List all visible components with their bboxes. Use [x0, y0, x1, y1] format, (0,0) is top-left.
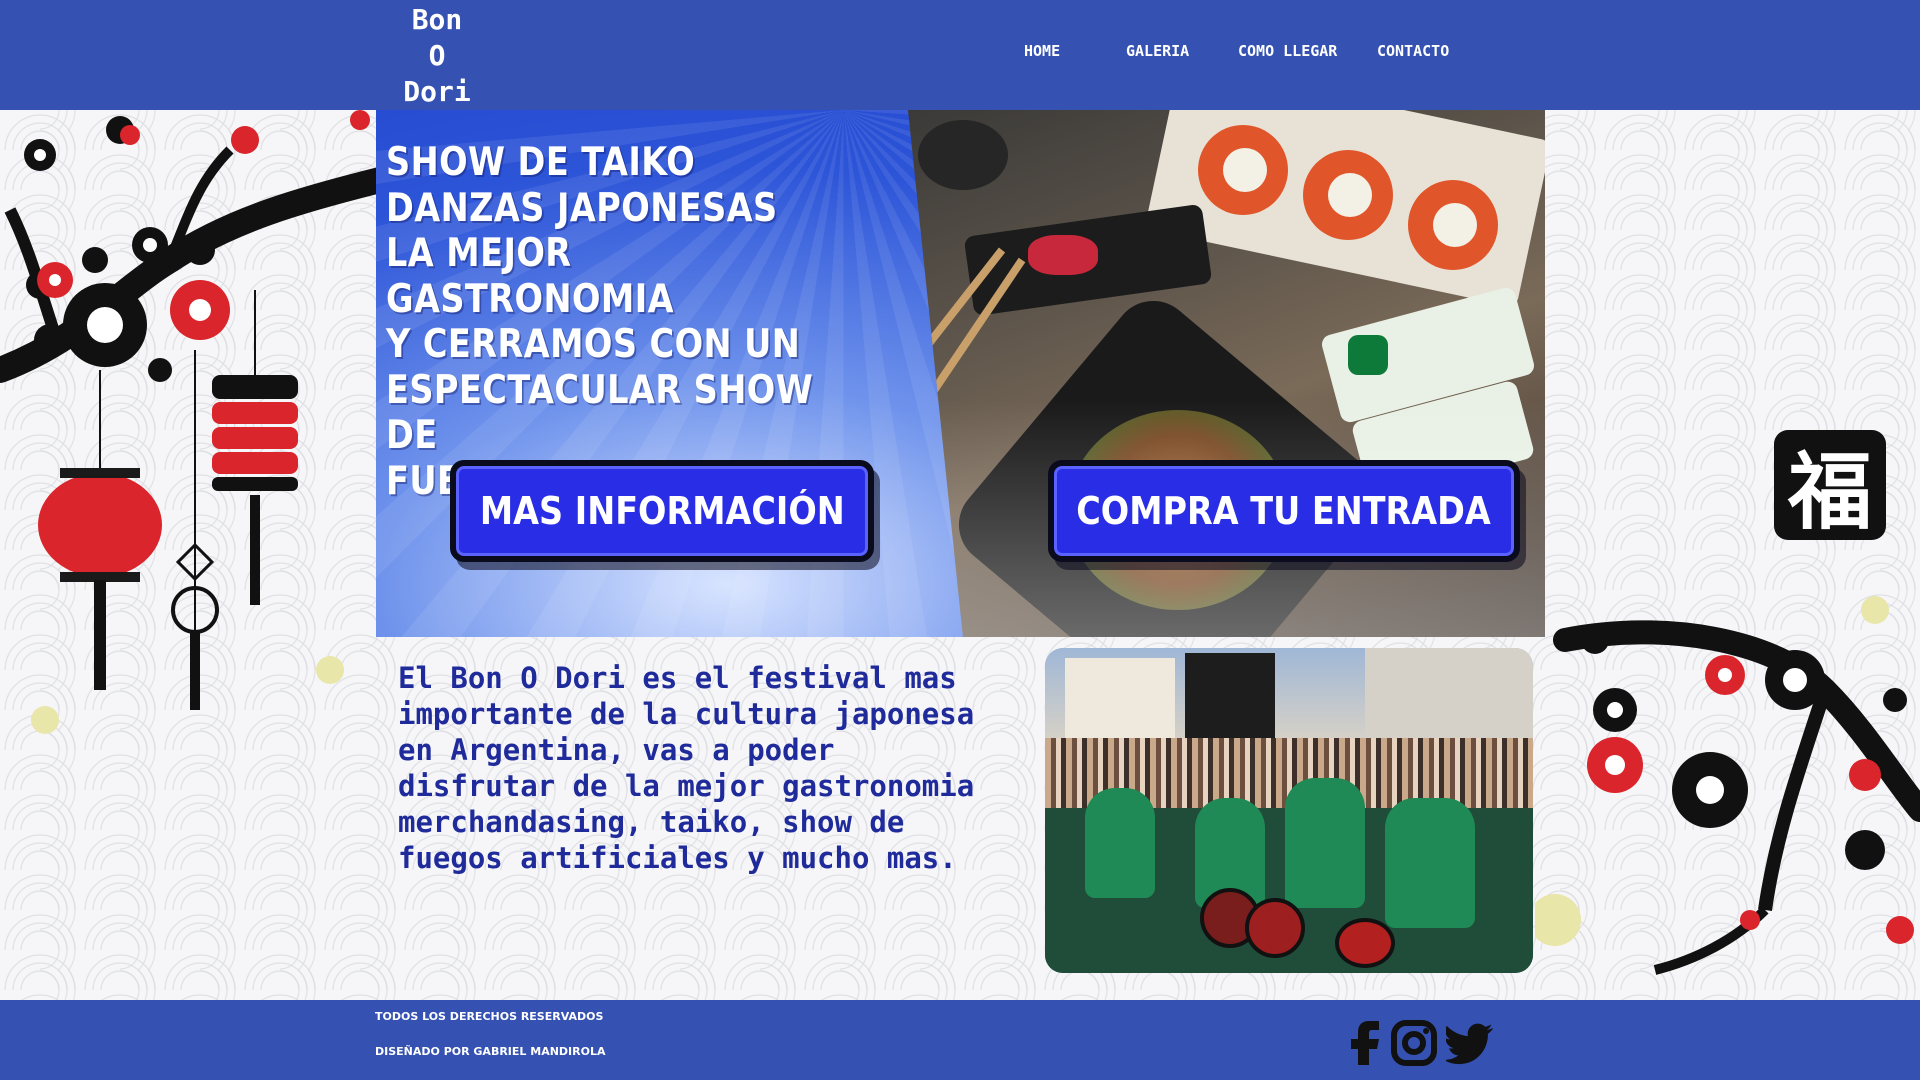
- nav-home[interactable]: HOME: [1024, 42, 1060, 60]
- festival-intro-text: El Bon O Dori es el festival mas importa…: [398, 661, 975, 875]
- copyright-text: Todos los derechos reservados: [375, 1010, 604, 1023]
- facebook-icon[interactable]: [1340, 1019, 1388, 1067]
- cherry-blossom-branch-left: [0, 110, 380, 734]
- more-info-button[interactable]: Mas Información: [450, 460, 874, 562]
- more-info-button-label: Mas Información: [479, 489, 845, 533]
- site-header: Bon O Dori HOME GALERIA COMO LLEGAR CONT…: [0, 0, 1920, 110]
- hero-title: Show de Taiko Danzas Japonesas La mejor …: [386, 140, 814, 504]
- nav-como-llegar[interactable]: COMO LLEGAR: [1238, 42, 1337, 60]
- cherry-blossom-branch-right: [1535, 596, 1920, 975]
- buy-ticket-button-label: Compra tu entrada: [1076, 489, 1492, 533]
- designer-credit: Diseñado por Gabriel Mandirola: [375, 1045, 606, 1058]
- nav-contacto[interactable]: CONTACTO: [1377, 42, 1449, 60]
- buy-ticket-button[interactable]: Compra tu entrada: [1048, 460, 1520, 562]
- fuku-kanji-icon: 福: [1774, 430, 1886, 541]
- twitter-icon[interactable]: [1446, 1019, 1494, 1067]
- taiko-performance-photo: [1045, 648, 1533, 973]
- site-footer: Todos los derechos reservados Diseñado p…: [0, 1000, 1920, 1080]
- hero-banner: Show de Taiko Danzas Japonesas La mejor …: [376, 110, 1545, 637]
- nav-galeria[interactable]: GALERIA: [1126, 42, 1189, 60]
- instagram-icon[interactable]: [1390, 1019, 1438, 1067]
- site-logo[interactable]: Bon O Dori: [392, 2, 482, 110]
